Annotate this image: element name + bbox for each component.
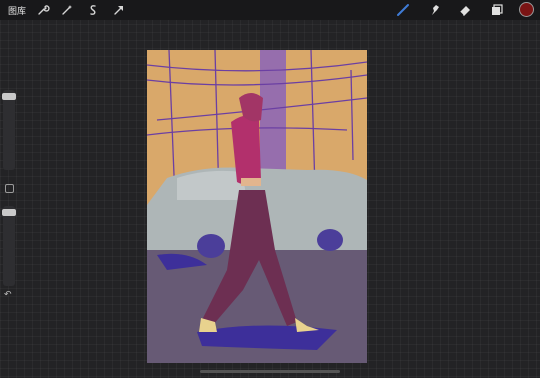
artwork [147,50,367,363]
midriff [241,178,261,186]
undo-button[interactable]: ↶ [4,290,12,300]
gallery-button[interactable]: 图库 [8,4,26,17]
brush-icon[interactable] [396,3,410,17]
eraser-icon[interactable] [458,3,472,17]
opacity-thumb[interactable] [2,209,16,216]
magic-wand-icon[interactable] [60,3,74,17]
top-toolbar: 图库 [0,0,540,20]
front-wheel [197,234,225,258]
brush-size-thumb[interactable] [2,93,16,100]
workspace: 图库 ↶ [0,0,540,378]
wrench-icon[interactable] [36,3,50,17]
smudge-icon[interactable] [428,3,442,17]
layers-icon[interactable] [490,3,504,17]
opacity-slider[interactable] [3,206,15,286]
drawing-canvas[interactable] [147,50,367,363]
brush-size-slider[interactable] [3,90,15,170]
selection-icon[interactable] [86,3,100,17]
transform-arrow-icon[interactable] [112,3,126,17]
sidebar: ↶ [2,88,16,316]
color-picker-button[interactable] [519,2,534,17]
rear-wheel [317,229,343,251]
modify-button[interactable] [5,184,14,193]
home-indicator [200,370,340,373]
